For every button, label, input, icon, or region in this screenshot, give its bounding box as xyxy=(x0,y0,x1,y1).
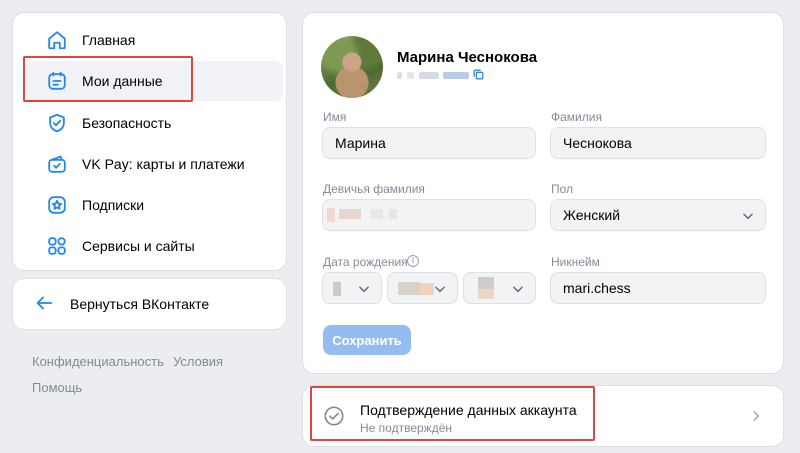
chevron-right-icon xyxy=(749,409,763,423)
verification-title: Подтверждение данных аккаунта xyxy=(360,402,577,418)
privacy-link[interactable]: Конфиденциальность xyxy=(32,354,164,369)
sidebar-item-security[interactable]: Безопасность xyxy=(25,103,283,143)
birth-month-select[interactable] xyxy=(387,272,458,304)
gender-value: Женский xyxy=(563,207,621,223)
birth-date-label: Дата рождения xyxy=(323,255,408,269)
sidebar-item-label: Главная xyxy=(82,32,136,48)
save-button[interactable]: Сохранить xyxy=(323,325,411,355)
terms-link[interactable]: Условия xyxy=(173,354,223,369)
chevron-down-icon xyxy=(741,209,755,223)
obscured-value xyxy=(398,282,420,295)
sidebar-item-label: Мои данные xyxy=(82,73,163,89)
sidebar-item-home[interactable]: Главная xyxy=(25,20,283,60)
birth-day-select[interactable] xyxy=(322,272,382,304)
obscured-id xyxy=(397,72,402,79)
sidebar-item-label: VK Pay: карты и платежи xyxy=(82,156,245,172)
profile-card: Марина Чеснокова Имя Марина Фамилия Чесн… xyxy=(302,12,784,374)
my-data-icon xyxy=(45,69,69,93)
obscured-value xyxy=(333,282,341,296)
back-to-vk-label: Вернуться ВКонтакте xyxy=(70,296,210,312)
wallet-icon xyxy=(45,152,69,176)
verification-card[interactable]: Подтверждение данных аккаунта Не подтвер… xyxy=(302,385,784,447)
obscured-value xyxy=(327,208,335,222)
shield-icon xyxy=(45,111,69,135)
obscured-id xyxy=(443,72,469,79)
check-circle-icon xyxy=(323,405,345,427)
copy-icon[interactable] xyxy=(472,68,486,82)
arrow-left-icon xyxy=(33,292,57,316)
sidebar-item-label: Сервисы и сайты xyxy=(82,238,195,254)
last-name-input[interactable]: Чеснокова xyxy=(550,127,766,159)
obscured-value xyxy=(478,277,494,289)
profile-name: Марина Чеснокова xyxy=(397,49,538,66)
obscured-value xyxy=(420,283,434,295)
birth-year-select[interactable] xyxy=(463,272,536,304)
verification-status: Не подтверждён xyxy=(360,421,452,435)
nickname-input[interactable]: mari.chess xyxy=(550,272,766,304)
avatar[interactable] xyxy=(321,36,383,98)
maiden-name-input[interactable] xyxy=(322,199,536,231)
sidebar-item-vk-pay[interactable]: VK Pay: карты и платежи xyxy=(25,144,283,184)
chevron-down-icon xyxy=(357,282,371,296)
gender-label: Пол xyxy=(551,182,574,196)
sidebar-item-services[interactable]: Сервисы и сайты xyxy=(25,226,283,266)
sidebar-item-label: Подписки xyxy=(82,197,145,213)
last-name-label: Фамилия xyxy=(551,110,602,124)
sidebar-item-subscriptions[interactable]: Подписки xyxy=(25,185,283,225)
gender-select[interactable]: Женский xyxy=(550,199,766,231)
back-to-vk-card[interactable]: Вернуться ВКонтакте xyxy=(12,278,287,330)
star-subscriptions-icon xyxy=(45,193,69,217)
help-link[interactable]: Помощь xyxy=(32,380,82,395)
sidebar-item-label: Безопасность xyxy=(82,115,172,131)
sidebar-item-my-data[interactable]: Мои данные xyxy=(25,61,283,101)
chevron-down-icon xyxy=(433,282,447,296)
first-name-input[interactable]: Марина xyxy=(322,127,536,159)
info-icon[interactable]: i xyxy=(407,255,419,267)
nickname-label: Никнейм xyxy=(551,255,600,269)
obscured-value xyxy=(339,209,361,219)
obscured-value xyxy=(371,209,383,219)
sidebar-nav-card: Главная Мои данные Безопасность VK Pay: … xyxy=(12,12,287,271)
chevron-down-icon xyxy=(511,282,525,296)
obscured-value xyxy=(478,289,494,299)
obscured-id xyxy=(407,72,414,79)
obscured-value xyxy=(389,209,397,219)
home-icon xyxy=(45,28,69,52)
services-grid-icon xyxy=(45,234,69,258)
obscured-id xyxy=(419,72,439,79)
maiden-name-label: Девичья фамилия xyxy=(323,182,425,196)
first-name-label: Имя xyxy=(323,110,347,124)
